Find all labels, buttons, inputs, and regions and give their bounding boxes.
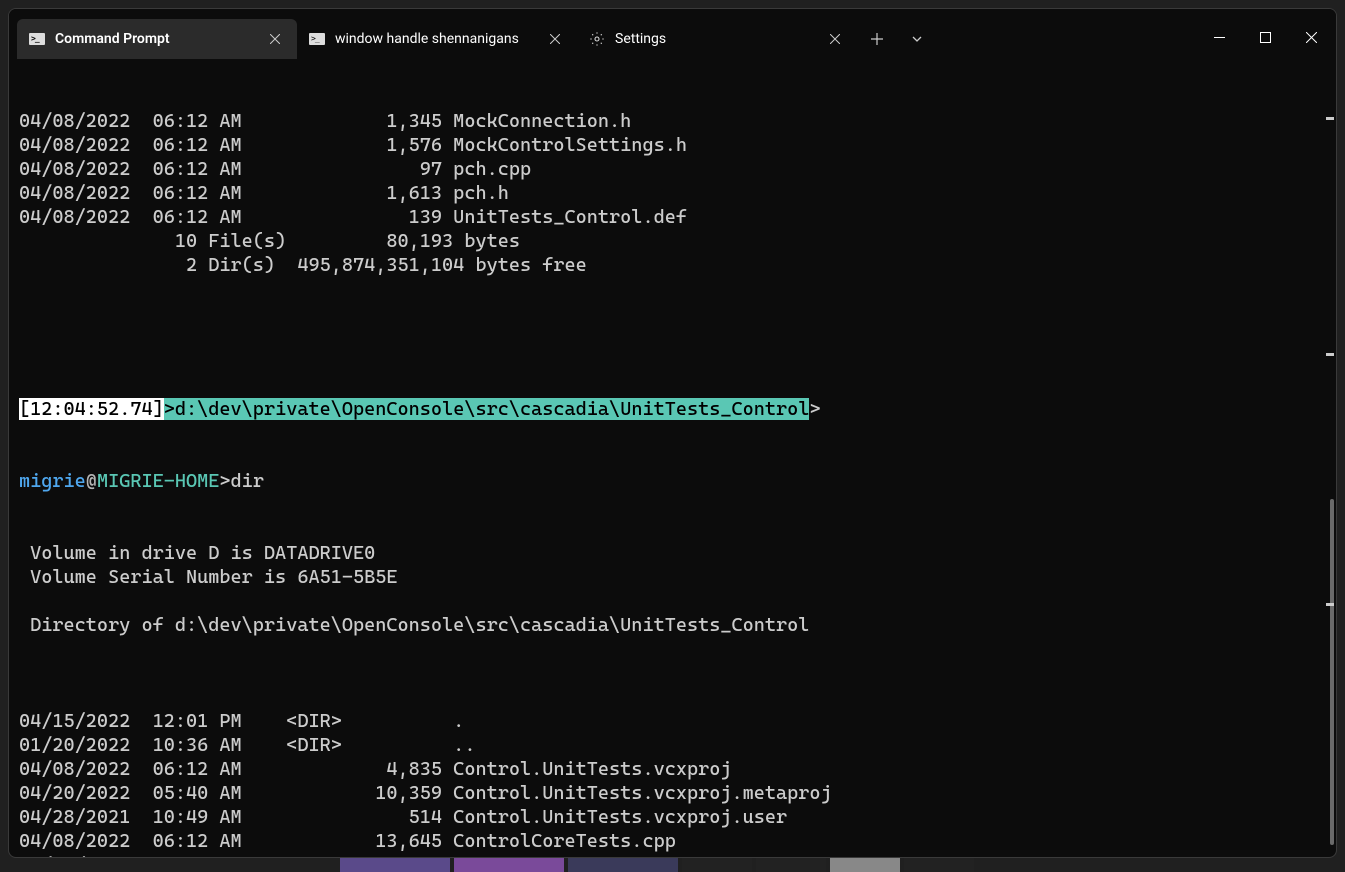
cmd-icon (309, 31, 325, 47)
taskbar-preview (0, 858, 1345, 872)
prompt-timestamp: [12:04:52.74] (19, 398, 164, 420)
prompt-path: >d:\dev\private\OpenConsole\src\cascadia… (164, 398, 810, 420)
tab-strip: Command Prompt window handle shennanigans… (9, 19, 857, 59)
titlebar: Command Prompt window handle shennanigans… (9, 9, 1336, 59)
terminal-line: 04/08/2022 06:12 AM 97 pch.cpp (19, 157, 1328, 181)
chevron-down-icon (911, 33, 923, 45)
gear-icon (589, 31, 605, 47)
terminal-line: 01/20/2022 10:36 AM <DIR> .. (19, 733, 1328, 757)
scroll-mark (1326, 603, 1334, 606)
scroll-marks (1326, 59, 1334, 858)
tab-dropdown-button[interactable] (897, 19, 937, 59)
close-icon (830, 34, 840, 44)
terminal-line: 04/15/2022 12:01 PM <DIR> . (19, 709, 1328, 733)
scroll-mark (1326, 353, 1334, 356)
terminal-line: 04/08/2022 06:12 AM 1,345 MockConnection… (19, 109, 1328, 133)
close-icon (550, 34, 560, 44)
new-tab-button[interactable] (857, 19, 897, 59)
caption-controls (1196, 19, 1336, 55)
plus-icon (871, 33, 883, 45)
prompt-user: migrie (19, 470, 86, 492)
tab-settings[interactable]: Settings (577, 19, 857, 59)
prompt-line: [12:04:52.74]>d:\dev\private\OpenConsole… (19, 397, 1328, 421)
cmd-icon (29, 31, 45, 47)
prompt-command: dir (231, 470, 264, 492)
tab-close-button[interactable] (543, 27, 567, 51)
tab-title: window handle shennanigans (335, 31, 533, 47)
terminal-line: 04/08/2022 06:12 AM 13,645 ControlCoreTe… (19, 829, 1328, 853)
terminal-line (19, 589, 1328, 613)
tab-window-handle-shennanigans[interactable]: window handle shennanigans (297, 19, 577, 59)
terminal-line: Volume in drive D is DATADRIVE0 (19, 541, 1328, 565)
minimize-icon (1214, 32, 1225, 43)
terminal-line: 04/08/2022 06:12 AM 1,613 pch.h (19, 181, 1328, 205)
tab-command-prompt[interactable]: Command Prompt (17, 19, 297, 59)
close-icon (1306, 32, 1317, 43)
tab-title: Settings (615, 31, 813, 47)
close-icon (270, 34, 280, 44)
prompt-user-line: migrie@MIGRIE-HOME>dir (19, 469, 1328, 493)
tab-close-button[interactable] (263, 27, 287, 51)
terminal-line: 04/28/2021 10:49 AM 514 Control.UnitTest… (19, 805, 1328, 829)
maximize-icon (1260, 32, 1271, 43)
terminal-line (19, 637, 1328, 661)
terminal-line: 04/08/2022 06:12 AM 139 UnitTests_Contro… (19, 205, 1328, 229)
prompt-host: MIGRIE-HOME (97, 470, 219, 492)
terminal-line: 04/08/2022 06:12 AM 1,576 MockControlSet… (19, 133, 1328, 157)
terminal-line: 04/20/2022 05:40 AM 10,359 Control.UnitT… (19, 781, 1328, 805)
terminal-line: Directory of d:\dev\private\OpenConsole\… (19, 613, 1328, 637)
maximize-button[interactable] (1242, 19, 1288, 55)
terminal-line: 2 Dir(s) 495,874,351,104 bytes free (19, 253, 1328, 277)
scroll-mark (1326, 117, 1334, 120)
scrollbar-thumb[interactable] (1330, 499, 1334, 845)
terminal-line: 04/08/2022 06:12 AM 4,835 Control.UnitTe… (19, 757, 1328, 781)
minimize-button[interactable] (1196, 19, 1242, 55)
tab-title: Command Prompt (55, 31, 253, 47)
terminal-pane[interactable]: 04/08/2022 06:12 AM 1,345 MockConnection… (9, 59, 1336, 858)
terminal-line: Volume Serial Number is 6A51-5B5E (19, 565, 1328, 589)
close-button[interactable] (1288, 19, 1334, 55)
tab-close-button[interactable] (823, 27, 847, 51)
terminal-line: 10 File(s) 80,193 bytes (19, 229, 1328, 253)
